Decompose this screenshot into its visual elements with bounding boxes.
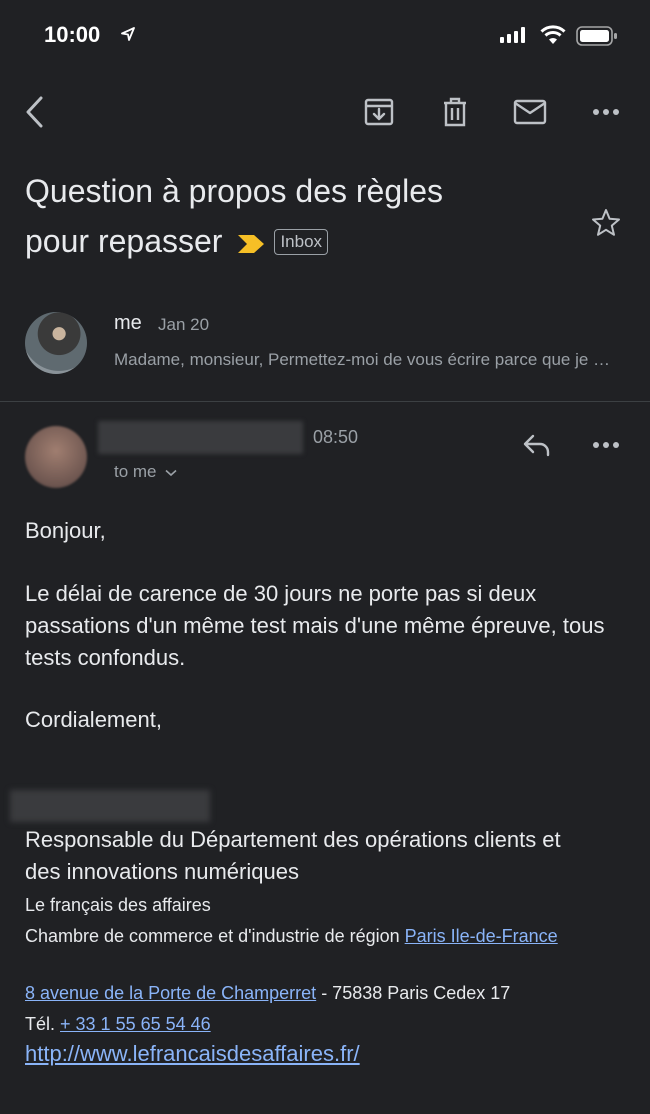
back-arrow-icon (26, 96, 43, 128)
avatar (25, 312, 87, 374)
signature-chamber: Chambre de commerce et d'industrie de ré… (25, 921, 605, 951)
trash-icon (444, 97, 466, 127)
status-time: 10:00 (44, 22, 101, 47)
more-options-button[interactable] (584, 90, 628, 134)
recipient-label: to me (114, 462, 157, 481)
email-closing: Cordialement, (25, 707, 162, 732)
email-body-paragraph: Le délai de carence de 30 jours ne porte… (25, 581, 605, 670)
mail-icon (513, 99, 547, 125)
mark-unread-button[interactable] (508, 90, 552, 134)
wifi-icon (540, 25, 566, 44)
more-horizontal-icon (593, 109, 619, 115)
address-link[interactable]: 8 avenue de la Porte de Champerret (25, 983, 316, 1003)
signature-website: http://www.lefrancaisdesaffaires.fr/ (25, 1038, 625, 1070)
reply-button[interactable] (515, 423, 559, 467)
recipient-details-toggle[interactable]: to me (114, 462, 177, 482)
delete-button[interactable] (433, 90, 477, 134)
signature-address: 8 avenue de la Porte de Champerret - 758… (25, 978, 635, 1008)
label-badge[interactable]: Inbox (274, 228, 329, 255)
subject-line-1: Question à propos des règles (25, 173, 444, 209)
phone-label: Tél. (25, 1014, 61, 1034)
sender-name-redacted (98, 421, 303, 454)
chamber-link[interactable]: Paris Ile-de-France (405, 926, 558, 946)
archive-icon (364, 98, 394, 126)
signature-name-redacted (10, 790, 210, 822)
message-time: 08:50 (313, 427, 359, 447)
subject-line-2: pour repasser (25, 223, 223, 259)
message-more-button[interactable] (584, 423, 628, 467)
star-icon[interactable] (590, 207, 622, 239)
message-date: Jan 20 (158, 315, 210, 334)
importance-marker-icon[interactable] (236, 233, 266, 255)
message-snippet[interactable]: Madame, monsieur, Permettez-moi de vous … (114, 350, 619, 370)
more-horizontal-icon (593, 442, 619, 448)
archive-button[interactable] (357, 90, 401, 134)
signature-organization: Le français des affaires (25, 895, 211, 915)
sender-name[interactable]: me (114, 312, 142, 335)
signature-phone: Tél. + 33 1 55 65 54 46 (25, 1009, 625, 1039)
email-subject: Question à propos des règles pour repass… (25, 166, 545, 266)
battery-icon (576, 26, 617, 46)
avatar (25, 426, 87, 488)
website-link[interactable]: http://www.lefrancaisdesaffaires.fr/ (25, 1041, 360, 1066)
location-arrow-icon (121, 27, 135, 41)
chamber-text: Chambre de commerce et d'industrie de ré… (25, 926, 405, 946)
back-button[interactable] (13, 90, 57, 134)
reply-icon (523, 434, 550, 457)
cellular-signal-icon (500, 27, 525, 43)
divider (0, 401, 650, 402)
address-rest: - 75838 Paris Cedex 17 (316, 983, 511, 1003)
chevron-down-icon (165, 469, 177, 476)
phone-link[interactable]: + 33 1 55 65 54 46 (60, 1014, 211, 1034)
email-greeting: Bonjour, (25, 518, 106, 543)
signature-role: Responsable du Département des opération… (25, 827, 561, 884)
